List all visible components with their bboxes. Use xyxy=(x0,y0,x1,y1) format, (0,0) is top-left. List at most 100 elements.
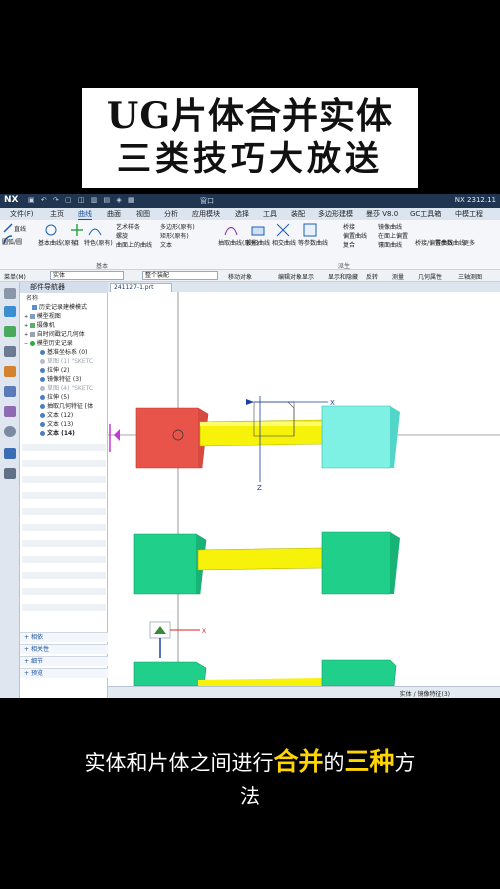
cyan-block[interactable] xyxy=(321,405,397,469)
nav-row-text12[interactable]: 文本 (12) xyxy=(40,411,73,420)
menu-mold[interactable]: 中模工程 xyxy=(455,209,483,219)
ribbon-offset-curve[interactable]: 偏置曲线 xyxy=(343,231,367,240)
ribbon-point[interactable]: 点 xyxy=(73,238,79,247)
extract-curve-icon[interactable] xyxy=(224,223,238,237)
role-icon[interactable] xyxy=(4,448,16,459)
ribbon-helix[interactable]: 螺旋 xyxy=(116,231,128,240)
ribbon-polygon[interactable]: 多边形(原有) xyxy=(160,222,195,231)
nav-row-text14[interactable]: 文本 (14) xyxy=(40,429,75,438)
menu-home[interactable]: 主页 xyxy=(50,209,64,219)
trimetric-button[interactable]: 三轴测图 xyxy=(458,272,482,281)
menu-analysis[interactable]: 分析 xyxy=(164,209,178,219)
assembly-filter-select[interactable]: 整个装配 xyxy=(142,271,218,280)
tools-icon[interactable] xyxy=(4,468,16,479)
green-block-left[interactable] xyxy=(133,533,207,595)
ribbon-rectangle[interactable]: 矩形(原有) xyxy=(160,231,189,240)
intersect-curve-icon[interactable] xyxy=(276,223,290,237)
move-object-button[interactable]: 移动对象 xyxy=(228,272,252,281)
menu-file[interactable]: 文件(F) xyxy=(10,209,34,219)
clock-icon[interactable] xyxy=(4,426,16,437)
nav-row-cameras[interactable]: + 摄像机 xyxy=(24,321,55,330)
ribbon-inlay-curve[interactable]: 镶面曲线 xyxy=(378,240,402,249)
ribbon-bridge[interactable]: 桥接 xyxy=(343,222,355,231)
ribbon-line[interactable]: 直线 xyxy=(14,224,26,233)
nav-row-extrude2[interactable]: 拉伸 (2) xyxy=(40,366,69,375)
yellow-rod-2[interactable] xyxy=(197,547,325,571)
menu-polygon[interactable]: 多边形建模 xyxy=(318,209,353,219)
menu-button[interactable]: 菜单(M) xyxy=(4,272,26,281)
nav-row-extrude5[interactable]: 拉伸 (5) xyxy=(40,393,69,402)
reuse-library-icon[interactable] xyxy=(4,386,16,397)
project-curve-icon[interactable] xyxy=(251,223,265,237)
geometry-property-button[interactable]: 几何属性 xyxy=(418,272,442,281)
point-icon[interactable] xyxy=(70,223,84,237)
ribbon-isoparam[interactable]: 等参数曲线 xyxy=(298,238,328,247)
assembly-icon[interactable] xyxy=(4,346,16,357)
menu-surface[interactable]: 曲面 xyxy=(107,209,121,219)
green-block-bottom-right[interactable] xyxy=(321,659,397,686)
nav-row-sketch4[interactable]: 草图 (4) "SKETC xyxy=(40,384,93,393)
panel-preview[interactable]: + 预览 xyxy=(20,668,108,678)
pink-handle-icon[interactable] xyxy=(114,429,120,441)
bottom-body[interactable] xyxy=(133,659,397,686)
menu-select[interactable]: 选择 xyxy=(235,209,249,219)
isoparam-curve-icon[interactable] xyxy=(303,223,317,237)
part-tab[interactable]: 241127-1.prt xyxy=(110,283,172,292)
reverse-button[interactable]: 反转 xyxy=(366,272,378,281)
nav-row-model-history[interactable]: − 模型历史记录 xyxy=(24,339,73,348)
part-navigator-icon[interactable] xyxy=(4,326,16,337)
ribbon-project-curve[interactable]: 投影曲线 xyxy=(246,238,270,247)
ribbon-art-spline[interactable]: 艺术样条 xyxy=(116,222,140,231)
panel-relations[interactable]: + 相关性 xyxy=(20,644,108,654)
history-icon[interactable] xyxy=(4,306,16,317)
nav-row-datum[interactable]: 基准坐标系 (0) xyxy=(40,348,87,357)
menu-mansha[interactable]: 曼莎 V8.0 xyxy=(366,209,398,219)
gear-icon[interactable] xyxy=(4,288,16,299)
ribbon-curve-on-surface[interactable]: 曲面上的曲线 xyxy=(116,240,152,249)
ribbon-text[interactable]: 文本 xyxy=(160,240,172,249)
feature-icon[interactable] xyxy=(88,223,102,237)
nav-row-mirror3[interactable]: 镜像特征 (3) xyxy=(40,375,81,384)
edit-display-button[interactable]: 编辑对象显示 xyxy=(278,272,314,281)
ribbon-intersect-curve[interactable]: 相交曲线 xyxy=(272,238,296,247)
graphics-window[interactable]: X Z X xyxy=(108,292,500,686)
green-block-bottom-left[interactable] xyxy=(133,661,207,686)
column-header[interactable]: 名称 xyxy=(26,294,38,303)
ribbon-offset-on-face[interactable]: 在面上偏置 xyxy=(378,231,408,240)
panel-dependents[interactable]: + 相依 xyxy=(20,632,108,642)
nav-row-text13[interactable]: 文本 (13) xyxy=(40,420,73,429)
quick-access-icons[interactable]: ▣ ↶ ↷ ▢ ◫ ▥ ▤ ◈ ▦ xyxy=(28,196,137,204)
green-block-right[interactable] xyxy=(321,531,397,595)
model-view[interactable]: X Z X xyxy=(108,292,500,686)
menu-curve[interactable]: 曲线 xyxy=(78,209,92,220)
line-icon[interactable] xyxy=(3,223,13,233)
window-menu[interactable]: 窗口 xyxy=(200,196,214,206)
top-body[interactable] xyxy=(135,401,400,469)
ribbon-feature[interactable]: 特色(原有) xyxy=(84,238,113,247)
web-browser-icon[interactable] xyxy=(4,406,16,417)
ribbon-more[interactable]: 更多 xyxy=(463,238,475,247)
menu-gc-toolbox[interactable]: GC工具箱 xyxy=(410,209,441,219)
constraint-icon[interactable] xyxy=(4,366,16,377)
ribbon-composite[interactable]: 复合 xyxy=(343,240,355,249)
nav-row-mode[interactable]: 历史记录建模模式 xyxy=(32,303,87,312)
nav-row-timestamp[interactable]: + 自时间戳记几何体 xyxy=(24,330,85,339)
menu-assembly[interactable]: 装配 xyxy=(291,209,305,219)
nav-row-extract-geometry[interactable]: 抽取几何特征 [体 xyxy=(40,402,93,411)
show-hide-button[interactable]: 显示和隐藏 xyxy=(328,272,358,281)
nav-row-model-views[interactable]: + 模型视图 xyxy=(24,312,61,321)
panel-details[interactable]: + 细节 xyxy=(20,656,108,666)
middle-body[interactable] xyxy=(133,531,400,595)
menu-view[interactable]: 视图 xyxy=(136,209,150,219)
ribbon-mirror-curve[interactable]: 镜像曲线 xyxy=(378,222,402,231)
nav-row-sketch1[interactable]: 草图 (1) "SKETC xyxy=(40,357,93,366)
ribbon-isoparam-2[interactable]: 等参数曲线 xyxy=(435,238,465,247)
measure-button[interactable]: 测量 xyxy=(392,272,404,281)
red-block[interactable] xyxy=(135,407,209,469)
basic-curve-icon[interactable] xyxy=(44,223,58,237)
menu-tools[interactable]: 工具 xyxy=(263,209,277,219)
menu-applications[interactable]: 应用模块 xyxy=(192,209,220,219)
type-filter-select[interactable]: 实体 xyxy=(50,271,124,280)
ribbon-arc[interactable]: 圆弧/圆 xyxy=(2,237,22,246)
yellow-rod-3[interactable] xyxy=(198,678,322,686)
